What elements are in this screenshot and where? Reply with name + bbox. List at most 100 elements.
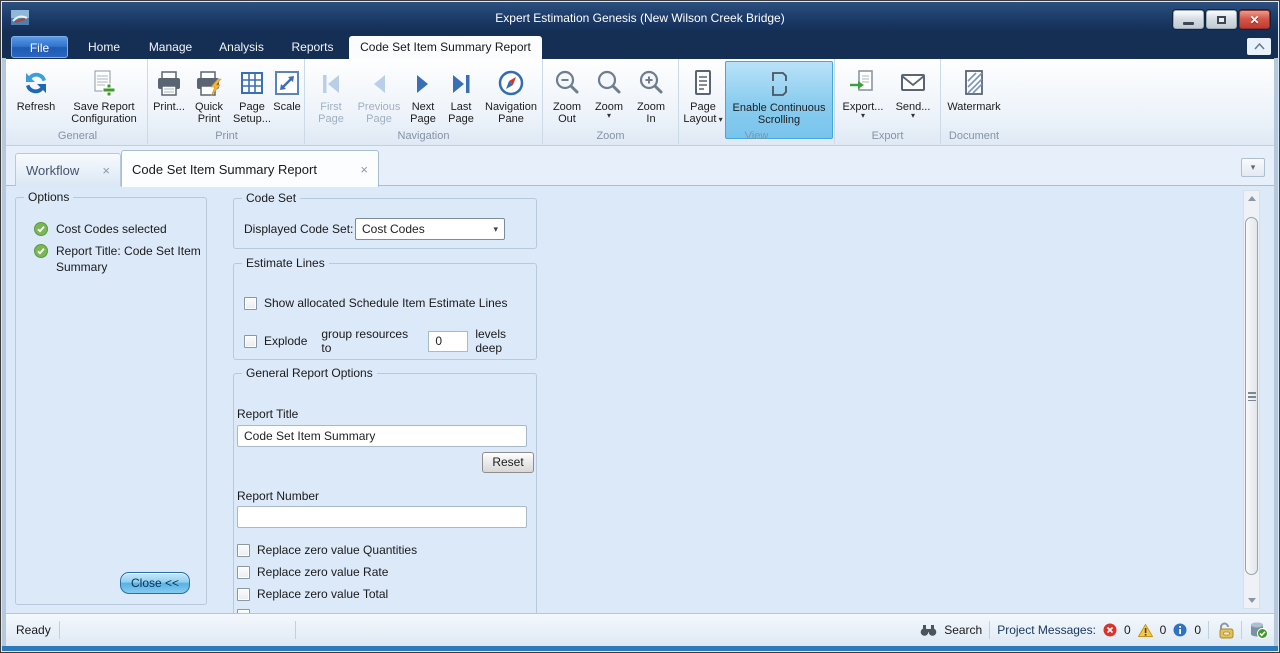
app-icon[interactable]	[11, 10, 29, 30]
first-page-button[interactable]: First Page	[309, 61, 353, 131]
first-page-icon	[315, 63, 347, 99]
ribbon-button-label: Page Setup...	[233, 101, 271, 125]
send-button[interactable]: Send...	[891, 61, 935, 131]
show-allocated-checkbox-row: Show allocated Schedule Item Estimate Li…	[244, 296, 507, 310]
displayed-code-set-label: Displayed Code Set:	[244, 222, 354, 236]
tab-analysis[interactable]: Analysis	[208, 35, 275, 59]
title-bar: Expert Estimation Genesis (New Wilson Cr…	[2, 2, 1278, 33]
replace-zero-rate-checkbox[interactable]	[237, 565, 250, 579]
tab-code-set-item-summary-report[interactable]: Code Set Item Summary Report	[349, 36, 542, 59]
explode-checkbox-row: Explode group resources to levels deep	[244, 327, 536, 355]
close-icon: ✕	[1249, 12, 1260, 27]
next-page-button[interactable]: Next Page	[405, 61, 441, 131]
check-circle-icon	[34, 222, 48, 236]
tab-reports[interactable]: Reports	[280, 35, 345, 59]
ribbon: Refresh Save Report Configuration Genera…	[2, 59, 1278, 146]
doc-tab-code-set-item-summary-report[interactable]: Code Set Item Summary Report	[121, 150, 379, 187]
save-report-configuration-button[interactable]: Save Report Configuration	[62, 61, 146, 131]
search-button[interactable]: Search	[944, 623, 982, 637]
chevron-up-icon	[1253, 43, 1265, 50]
doc-tab-label: Code Set Item Summary Report	[132, 161, 317, 177]
chevron-down-icon	[493, 224, 498, 235]
close-panel-button[interactable]: Close <<	[120, 572, 190, 594]
explode-checkbox[interactable]	[244, 334, 257, 348]
minimize-icon	[1183, 22, 1194, 25]
refresh-button[interactable]: Refresh	[12, 61, 60, 131]
error-count: 0	[1123, 623, 1131, 637]
database-status-icon[interactable]	[1249, 621, 1268, 639]
quick-print-button[interactable]: Quick Print	[189, 61, 229, 131]
displayed-code-set-select[interactable]: Cost Codes	[355, 218, 505, 240]
zoom-in-button[interactable]: Zoom In	[631, 61, 671, 131]
zoom-out-button[interactable]: Zoom Out	[547, 61, 587, 131]
window-border-right	[1274, 58, 1278, 646]
levels-deep-input[interactable]	[428, 330, 469, 352]
export-button[interactable]: Export...	[839, 61, 887, 131]
minimize-button[interactable]	[1173, 10, 1204, 29]
report-title-input[interactable]	[237, 425, 527, 447]
page-layout-icon	[687, 63, 719, 99]
scale-button[interactable]: Scale	[271, 61, 303, 131]
ribbon-button-label: Navigation Pane	[485, 101, 537, 125]
show-allocated-checkbox[interactable]	[244, 296, 257, 310]
ribbon-button-label: Next Page	[410, 101, 436, 125]
refresh-icon	[20, 63, 52, 99]
status-separator	[1208, 621, 1209, 639]
checkbox-label: Replace zero value Rate	[257, 565, 389, 579]
watermark-button[interactable]: Watermark	[943, 61, 1005, 131]
ribbon-group-export: Export... Send... Export	[835, 59, 941, 144]
last-page-button[interactable]: Last Page	[443, 61, 479, 131]
ribbon-button-label: Page Layout	[681, 101, 725, 126]
scroll-up-button[interactable]	[1244, 191, 1259, 206]
page-layout-button[interactable]: Page Layout	[681, 61, 725, 131]
maximize-button[interactable]	[1206, 10, 1237, 29]
code-set-groupbox: Code Set Displayed Code Set: Cost Codes	[233, 191, 537, 249]
ribbon-button-label: Watermark	[947, 101, 1001, 113]
ribbon-button-label: Quick Print	[194, 101, 224, 125]
replace-zero-total-checkbox[interactable]	[237, 587, 250, 601]
collapse-ribbon-button[interactable]	[1247, 38, 1271, 55]
tab-file[interactable]: File	[11, 36, 68, 58]
report-title-label: Report Title	[237, 407, 299, 421]
doc-tab-workflow[interactable]: Workflow	[15, 153, 121, 186]
ribbon-button-label: Send...	[896, 101, 931, 119]
tab-manage[interactable]: Manage	[139, 35, 202, 59]
scrollbar-grip-icon	[1247, 391, 1256, 401]
info-icon	[1173, 623, 1187, 637]
ribbon-button-label: Export...	[843, 101, 884, 119]
page-setup-button[interactable]: Page Setup...	[231, 61, 273, 131]
print-icon	[153, 63, 185, 99]
estimate-lines-group-title: Estimate Lines	[242, 256, 329, 270]
navigation-pane-button[interactable]: Navigation Pane	[481, 61, 541, 131]
scrollbar-thumb[interactable]	[1245, 217, 1258, 575]
replace-zero-total-row: Replace zero value Total	[237, 587, 388, 601]
unlock-icon[interactable]	[1216, 622, 1234, 639]
enable-continuous-scrolling-button[interactable]: Enable Continuous Scrolling	[725, 61, 833, 139]
option-status-item: Cost Codes selected	[34, 221, 202, 237]
reset-button[interactable]: Reset	[482, 452, 534, 473]
scale-icon	[271, 63, 303, 99]
ribbon-group-zoom: Zoom Out Zoom Zoom In Zoom	[543, 59, 679, 144]
tab-list-dropdown-button[interactable]	[1241, 158, 1265, 177]
close-tab-icon[interactable]	[102, 163, 110, 178]
option-status-text: Report Title: Code Set Item Summary	[56, 244, 201, 274]
ribbon-tab-row: File Home Manage Analysis Reports Code S…	[2, 33, 1278, 59]
vertical-scrollbar[interactable]	[1243, 190, 1260, 609]
ribbon-group-general: Refresh Save Report Configuration Genera…	[8, 59, 148, 144]
options-groupbox: Options Cost Codes selected Report Title…	[15, 190, 207, 605]
search-binoculars-icon	[920, 624, 937, 636]
status-separator	[295, 621, 296, 639]
close-tab-icon[interactable]	[360, 162, 368, 177]
replace-zero-quantities-checkbox[interactable]	[237, 543, 250, 557]
print-button[interactable]: Print...	[151, 61, 187, 131]
close-button[interactable]: ✕	[1239, 10, 1270, 29]
report-number-input[interactable]	[237, 506, 527, 528]
zoom-button[interactable]: Zoom	[589, 61, 629, 131]
warning-icon	[1137, 623, 1153, 637]
previous-page-button[interactable]: Previous Page	[355, 61, 403, 131]
tab-home[interactable]: Home	[74, 35, 134, 59]
page-setup-icon	[236, 63, 268, 99]
option-status-text: Cost Codes selected	[56, 222, 167, 236]
ribbon-group-document: Watermark Document	[941, 59, 1007, 144]
scroll-down-button[interactable]	[1244, 593, 1259, 608]
